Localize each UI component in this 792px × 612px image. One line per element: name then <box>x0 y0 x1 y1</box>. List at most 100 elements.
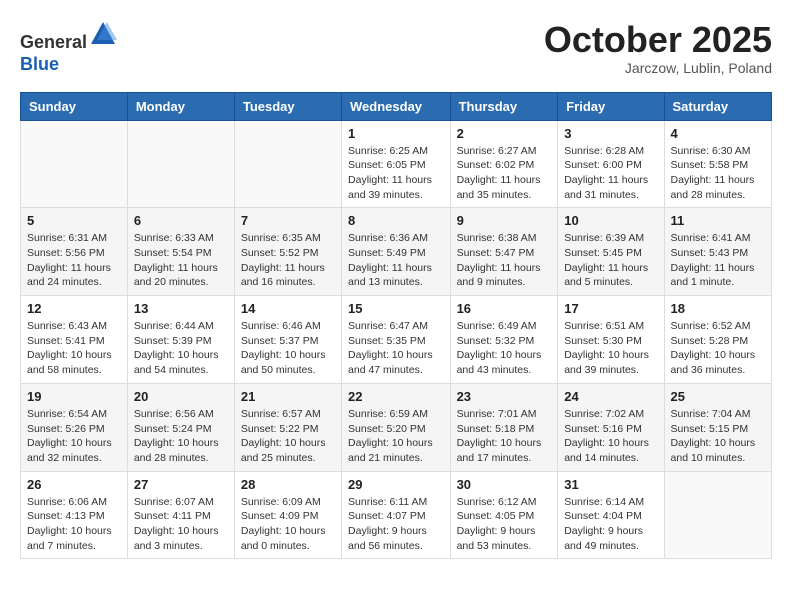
calendar-day-cell: 13 Sunrise: 6:44 AM Sunset: 5:39 PM Dayli… <box>127 296 234 384</box>
logo-general: General <box>20 32 87 52</box>
day-number: 5 <box>27 213 121 228</box>
calendar-day-cell: 26 Sunrise: 6:06 AM Sunset: 4:13 PM Dayli… <box>21 471 128 559</box>
day-number: 18 <box>671 301 765 316</box>
day-number: 15 <box>348 301 444 316</box>
day-info: Sunrise: 6:46 AM Sunset: 5:37 PM Dayligh… <box>241 319 335 378</box>
day-info: Sunrise: 6:38 AM Sunset: 5:47 PM Dayligh… <box>457 231 552 290</box>
day-number: 30 <box>457 477 552 492</box>
day-info: Sunrise: 6:49 AM Sunset: 5:32 PM Dayligh… <box>457 319 552 378</box>
calendar-day-cell: 14 Sunrise: 6:46 AM Sunset: 5:37 PM Dayli… <box>234 296 341 384</box>
day-info: Sunrise: 6:41 AM Sunset: 5:43 PM Dayligh… <box>671 231 765 290</box>
calendar-day-cell <box>234 120 341 208</box>
day-number: 11 <box>671 213 765 228</box>
calendar-day-cell: 17 Sunrise: 6:51 AM Sunset: 5:30 PM Dayli… <box>558 296 664 384</box>
calendar-day-cell: 12 Sunrise: 6:43 AM Sunset: 5:41 PM Dayli… <box>21 296 128 384</box>
day-number: 2 <box>457 126 552 141</box>
day-number: 16 <box>457 301 552 316</box>
calendar-day-cell: 27 Sunrise: 6:07 AM Sunset: 4:11 PM Dayli… <box>127 471 234 559</box>
day-number: 31 <box>564 477 657 492</box>
day-info: Sunrise: 7:04 AM Sunset: 5:15 PM Dayligh… <box>671 407 765 466</box>
calendar-day-cell <box>21 120 128 208</box>
day-info: Sunrise: 6:35 AM Sunset: 5:52 PM Dayligh… <box>241 231 335 290</box>
day-number: 28 <box>241 477 335 492</box>
day-number: 27 <box>134 477 228 492</box>
title-block: October 2025 Jarczow, Lublin, Poland <box>544 20 772 76</box>
weekday-header-sunday: Sunday <box>21 92 128 120</box>
calendar-day-cell: 7 Sunrise: 6:35 AM Sunset: 5:52 PM Daylig… <box>234 208 341 296</box>
calendar-week-row: 12 Sunrise: 6:43 AM Sunset: 5:41 PM Dayli… <box>21 296 772 384</box>
day-info: Sunrise: 6:25 AM Sunset: 6:05 PM Dayligh… <box>348 144 444 203</box>
day-info: Sunrise: 6:47 AM Sunset: 5:35 PM Dayligh… <box>348 319 444 378</box>
calendar-day-cell: 30Sunrise: 6:12 AM Sunset: 4:05 PM Dayli… <box>450 471 558 559</box>
page-header: General Blue October 2025 Jarczow, Lubli… <box>20 20 772 76</box>
day-info: Sunrise: 6:28 AM Sunset: 6:00 PM Dayligh… <box>564 144 657 203</box>
calendar-week-row: 19Sunrise: 6:54 AM Sunset: 5:26 PM Dayli… <box>21 383 772 471</box>
calendar-day-cell: 8 Sunrise: 6:36 AM Sunset: 5:49 PM Daylig… <box>342 208 451 296</box>
calendar-day-cell <box>664 471 771 559</box>
logo: General Blue <box>20 20 117 75</box>
day-info: Sunrise: 6:07 AM Sunset: 4:11 PM Dayligh… <box>134 495 228 554</box>
day-info: Sunrise: 6:11 AM Sunset: 4:07 PM Dayligh… <box>348 495 444 554</box>
day-number: 19 <box>27 389 121 404</box>
day-info: Sunrise: 6:27 AM Sunset: 6:02 PM Dayligh… <box>457 144 552 203</box>
day-number: 17 <box>564 301 657 316</box>
calendar-day-cell: 29Sunrise: 6:11 AM Sunset: 4:07 PM Dayli… <box>342 471 451 559</box>
day-info: Sunrise: 6:39 AM Sunset: 5:45 PM Dayligh… <box>564 231 657 290</box>
day-number: 20 <box>134 389 228 404</box>
weekday-header-monday: Monday <box>127 92 234 120</box>
day-number: 24 <box>564 389 657 404</box>
day-info: Sunrise: 6:30 AM Sunset: 5:58 PM Dayligh… <box>671 144 765 203</box>
day-number: 7 <box>241 213 335 228</box>
day-info: Sunrise: 6:43 AM Sunset: 5:41 PM Dayligh… <box>27 319 121 378</box>
month-title: October 2025 <box>544 20 772 60</box>
day-info: Sunrise: 7:02 AM Sunset: 5:16 PM Dayligh… <box>564 407 657 466</box>
location-subtitle: Jarczow, Lublin, Poland <box>544 60 772 76</box>
calendar-week-row: 1 Sunrise: 6:25 AM Sunset: 6:05 PM Daylig… <box>21 120 772 208</box>
weekday-header-row: SundayMondayTuesdayWednesdayThursdayFrid… <box>21 92 772 120</box>
calendar-day-cell: 16 Sunrise: 6:49 AM Sunset: 5:32 PM Dayli… <box>450 296 558 384</box>
day-number: 8 <box>348 213 444 228</box>
calendar-day-cell: 6Sunrise: 6:33 AM Sunset: 5:54 PM Daylig… <box>127 208 234 296</box>
weekday-header-friday: Friday <box>558 92 664 120</box>
day-info: Sunrise: 6:51 AM Sunset: 5:30 PM Dayligh… <box>564 319 657 378</box>
calendar-day-cell: 25 Sunrise: 7:04 AM Sunset: 5:15 PM Dayli… <box>664 383 771 471</box>
day-number: 25 <box>671 389 765 404</box>
calendar-table: SundayMondayTuesdayWednesdayThursdayFrid… <box>20 92 772 560</box>
calendar-day-cell <box>127 120 234 208</box>
day-info: Sunrise: 6:59 AM Sunset: 5:20 PM Dayligh… <box>348 407 444 466</box>
weekday-header-saturday: Saturday <box>664 92 771 120</box>
day-info: Sunrise: 6:52 AM Sunset: 5:28 PM Dayligh… <box>671 319 765 378</box>
day-number: 12 <box>27 301 121 316</box>
calendar-day-cell: 5Sunrise: 6:31 AM Sunset: 5:56 PM Daylig… <box>21 208 128 296</box>
weekday-header-tuesday: Tuesday <box>234 92 341 120</box>
calendar-day-cell: 1 Sunrise: 6:25 AM Sunset: 6:05 PM Daylig… <box>342 120 451 208</box>
calendar-day-cell: 2 Sunrise: 6:27 AM Sunset: 6:02 PM Daylig… <box>450 120 558 208</box>
day-number: 4 <box>671 126 765 141</box>
day-info: Sunrise: 6:33 AM Sunset: 5:54 PM Dayligh… <box>134 231 228 290</box>
calendar-day-cell: 22 Sunrise: 6:59 AM Sunset: 5:20 PM Dayli… <box>342 383 451 471</box>
day-info: Sunrise: 6:06 AM Sunset: 4:13 PM Dayligh… <box>27 495 121 554</box>
day-info: Sunrise: 6:36 AM Sunset: 5:49 PM Dayligh… <box>348 231 444 290</box>
day-number: 21 <box>241 389 335 404</box>
calendar-day-cell: 23Sunrise: 7:01 AM Sunset: 5:18 PM Dayli… <box>450 383 558 471</box>
day-info: Sunrise: 6:57 AM Sunset: 5:22 PM Dayligh… <box>241 407 335 466</box>
day-number: 14 <box>241 301 335 316</box>
calendar-day-cell: 11 Sunrise: 6:41 AM Sunset: 5:43 PM Dayli… <box>664 208 771 296</box>
day-number: 13 <box>134 301 228 316</box>
calendar-day-cell: 24 Sunrise: 7:02 AM Sunset: 5:16 PM Dayli… <box>558 383 664 471</box>
day-info: Sunrise: 6:09 AM Sunset: 4:09 PM Dayligh… <box>241 495 335 554</box>
day-number: 22 <box>348 389 444 404</box>
day-number: 1 <box>348 126 444 141</box>
day-number: 23 <box>457 389 552 404</box>
logo-blue: Blue <box>20 54 59 74</box>
calendar-day-cell: 20Sunrise: 6:56 AM Sunset: 5:24 PM Dayli… <box>127 383 234 471</box>
weekday-header-thursday: Thursday <box>450 92 558 120</box>
calendar-week-row: 5Sunrise: 6:31 AM Sunset: 5:56 PM Daylig… <box>21 208 772 296</box>
calendar-day-cell: 3Sunrise: 6:28 AM Sunset: 6:00 PM Daylig… <box>558 120 664 208</box>
day-number: 26 <box>27 477 121 492</box>
calendar-day-cell: 4 Sunrise: 6:30 AM Sunset: 5:58 PM Daylig… <box>664 120 771 208</box>
calendar-day-cell: 9 Sunrise: 6:38 AM Sunset: 5:47 PM Daylig… <box>450 208 558 296</box>
day-info: Sunrise: 6:44 AM Sunset: 5:39 PM Dayligh… <box>134 319 228 378</box>
calendar-day-cell: 18 Sunrise: 6:52 AM Sunset: 5:28 PM Dayli… <box>664 296 771 384</box>
day-number: 9 <box>457 213 552 228</box>
